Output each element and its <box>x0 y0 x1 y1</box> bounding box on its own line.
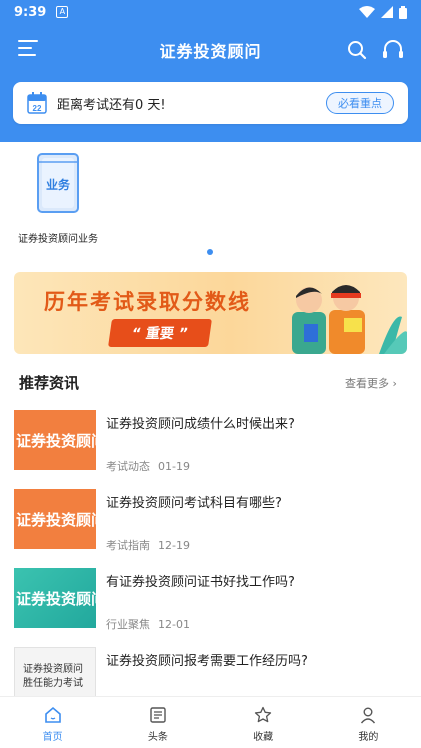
see-more-label: 查看更多 <box>345 377 389 390</box>
see-more-link[interactable]: 查看更多 › <box>345 375 397 391</box>
thumbnail-text: 证券投资顾问 <box>16 589 96 608</box>
user-icon <box>361 707 376 724</box>
nav-label: 首页 <box>42 732 63 743</box>
news-title: 证券投资顾问考试科目有哪些? <box>106 496 282 511</box>
nav-item-profile[interactable]: 我的 <box>316 697 421 748</box>
chevron-right-icon: › <box>392 377 397 390</box>
app-root: 9:39 A 证券投资顾问 22 距离考试还有0 天! 必看重点 业务 证券投资… <box>0 0 421 748</box>
news-date: 01-19 <box>158 460 190 473</box>
calendar-day: 22 <box>33 104 42 113</box>
thumbnail-text-2: 胜任能力考试 <box>23 678 83 689</box>
bottom-nav: 首页 头条 收藏 我的 <box>0 696 421 748</box>
banner-tag: “ 重要 ” <box>108 319 212 347</box>
title-bar: 证券投资顾问 <box>0 24 421 76</box>
signal-icon <box>381 6 393 18</box>
news-tag: 考试指南 <box>106 539 150 552</box>
nav-item-home[interactable]: 首页 <box>0 697 105 748</box>
home-icon <box>44 706 61 723</box>
news-date: 12-19 <box>158 539 190 552</box>
thumbnail-text: 证券投资顾问 <box>16 510 96 529</box>
news-tag: 行业聚焦 <box>106 618 150 631</box>
notification-icon: A <box>56 6 69 18</box>
carousel-indicator <box>207 249 213 255</box>
news-thumbnail: 证券投资顾问 <box>14 568 96 628</box>
headset-icon[interactable] <box>382 40 404 60</box>
book-label: 业务 <box>46 177 71 192</box>
nav-label: 收藏 <box>253 732 274 743</box>
nav-item-headlines[interactable]: 头条 <box>105 697 210 748</box>
menu-icon[interactable] <box>18 40 38 60</box>
category-item-business[interactable]: 业务 证券投资顾问业务 <box>8 152 108 245</box>
nav-item-favorites[interactable]: 收藏 <box>211 697 316 748</box>
news-list: 证券投资顾问 证券投资顾问成绩什么时候出来? 考试动态 01-19 证券投资顾问 … <box>0 408 421 724</box>
section-title-news: 推荐资讯 <box>19 374 80 392</box>
news-title: 证券投资顾问成绩什么时候出来? <box>106 417 295 432</box>
news-thumbnail: 证券投资顾问 <box>14 410 96 470</box>
calendar-icon: 22 <box>27 92 47 114</box>
news-meta: 考试动态 01-19 <box>106 458 190 474</box>
wifi-icon <box>359 6 375 18</box>
news-title: 有证券投资顾问证书好找工作吗? <box>106 575 295 590</box>
news-tag: 考试动态 <box>106 460 150 473</box>
book-icon: 业务 <box>37 153 79 213</box>
search-icon[interactable] <box>347 40 367 60</box>
news-date: 12-01 <box>158 618 190 631</box>
category-label: 证券投资顾问业务 <box>18 234 98 245</box>
status-bar: 9:39 A <box>0 0 421 24</box>
nav-label: 头条 <box>147 732 168 743</box>
news-meta: 考试指南 12-19 <box>106 537 190 553</box>
exam-countdown-card: 22 距离考试还有0 天! 必看重点 <box>13 82 408 124</box>
news-title: 证券投资顾问报考需要工作经历吗? <box>106 654 308 669</box>
banner-title: 历年考试录取分数线 <box>44 290 251 314</box>
status-time: 9:39 <box>14 4 47 20</box>
news-thumbnail: 证券投资顾问 <box>14 489 96 549</box>
news-item[interactable]: 证券投资顾问 证券投资顾问考试科目有哪些? 考试指南 12-19 <box>0 487 421 566</box>
score-banner[interactable]: 历年考试录取分数线 “ 重要 ” <box>14 272 407 354</box>
nav-label: 我的 <box>358 732 379 743</box>
star-icon <box>254 706 272 723</box>
news-meta: 行业聚焦 12-01 <box>106 616 190 632</box>
countdown-text: 距离考试还有0 天! <box>57 97 166 113</box>
must-read-button[interactable]: 必看重点 <box>326 92 394 114</box>
students-illustration-icon <box>292 285 407 354</box>
news-icon <box>150 707 166 723</box>
battery-icon <box>399 5 407 19</box>
thumbnail-text: 证券投资顾问 <box>23 664 83 675</box>
news-item[interactable]: 证券投资顾问 有证券投资顾问证书好找工作吗? 行业聚焦 12-01 <box>0 566 421 645</box>
news-item[interactable]: 证券投资顾问 证券投资顾问成绩什么时候出来? 考试动态 01-19 <box>0 408 421 487</box>
thumbnail-text: 证券投资顾问 <box>16 431 96 450</box>
